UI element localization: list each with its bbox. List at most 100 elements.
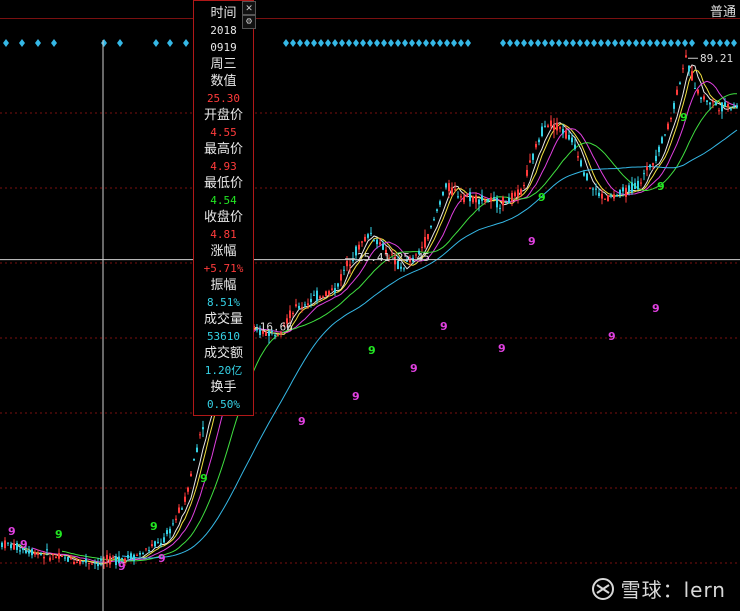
candle-body [340,274,342,281]
candle-body [289,310,291,319]
candle-body [52,554,54,556]
panel-label: 成交额 [203,346,243,361]
candle-body [727,104,729,108]
candle-body [556,122,558,131]
td-marker: 9 [118,560,126,573]
gear-icon[interactable]: ⚙ [242,15,256,29]
candle-body [487,198,489,202]
candle-body [139,552,141,555]
candle-body [376,239,378,245]
candle-body [349,264,351,266]
candle-body [559,126,561,129]
signal-diamond [167,39,173,47]
signal-diamond [346,39,352,47]
td-marker: 9 [200,472,208,485]
candle-body [298,305,300,309]
candle-body [670,117,672,120]
signal-diamond [402,39,408,47]
signal-diamond [640,39,646,47]
candle-body [508,197,510,204]
candle-body [640,182,642,184]
panel-value: 8.51% [206,296,241,309]
signal-diamond [528,39,534,47]
candle-body [544,125,546,127]
candle-body [178,507,180,513]
signal-marker-row [3,39,737,47]
signal-diamond [500,39,506,47]
candle-body [115,556,117,566]
candle-body [550,120,552,127]
candle-body [553,125,555,131]
signal-diamond [423,39,429,47]
candle-body [193,458,195,461]
candle-body [136,554,138,556]
candle-body [691,71,693,81]
candle-body [307,303,309,305]
candle-body [664,134,666,136]
signal-diamond [430,39,436,47]
candle-body [127,555,129,559]
kline-chart[interactable]: 9999999999999999999 89.2125.41-25.4516.6… [0,0,740,611]
td-marker: 9 [368,344,376,357]
candle-body [616,195,618,197]
panel-label: 周三 [210,57,237,72]
signal-diamond [416,39,422,47]
td-marker: 9 [8,525,16,538]
candle-body [76,561,78,563]
td-marker: 9 [657,180,665,193]
candle-body [697,89,699,94]
signal-diamond [3,39,9,47]
candle-body [154,541,156,547]
candle-body [367,234,369,238]
crosshair [0,40,740,611]
candle-body [520,189,522,195]
candle-body [490,197,492,202]
candle-body [427,234,429,240]
candle-body [643,173,645,175]
snowball-logo-icon [591,577,614,600]
td-marker: 9 [150,520,158,533]
candle-body [592,188,594,190]
ma-line [16,69,738,565]
panel-label: 涨幅 [210,244,237,259]
signal-diamond [654,39,660,47]
candle-body [688,65,690,72]
candle-body [583,172,585,176]
panel-value: 0919 [210,41,237,54]
td-marker: 9 [298,415,306,428]
candle-body [133,554,135,561]
candle-body [574,144,576,150]
signal-diamond [353,39,359,47]
candle-body [523,185,525,187]
signal-diamond [563,39,569,47]
candle-body [358,244,360,250]
signal-diamond [101,39,107,47]
candle-body [736,105,738,108]
candle-body [502,197,504,206]
candlestick-series [1,49,738,571]
chart-mode-label[interactable]: 普通 [710,1,736,20]
candle-body [595,188,597,190]
candle-body [112,557,114,559]
candle-body [451,187,453,196]
signal-diamond [451,39,457,47]
signal-diamond [556,39,562,47]
candle-body [37,553,39,555]
candle-body [466,195,468,197]
signal-diamond [710,39,716,47]
candle-body [67,556,69,562]
signal-diamond [724,39,730,47]
candle-body [646,166,648,171]
candle-body [301,306,303,308]
candle-body [709,102,711,105]
candle-body [514,192,516,197]
panel-label: 最低价 [203,176,243,191]
signal-diamond [381,39,387,47]
candle-body [322,296,324,298]
signal-diamond [458,39,464,47]
close-icon[interactable]: ✕ [242,1,256,15]
candle-body [493,197,495,199]
candle-body [613,194,615,199]
candle-body [607,195,609,202]
signal-diamond [535,39,541,47]
